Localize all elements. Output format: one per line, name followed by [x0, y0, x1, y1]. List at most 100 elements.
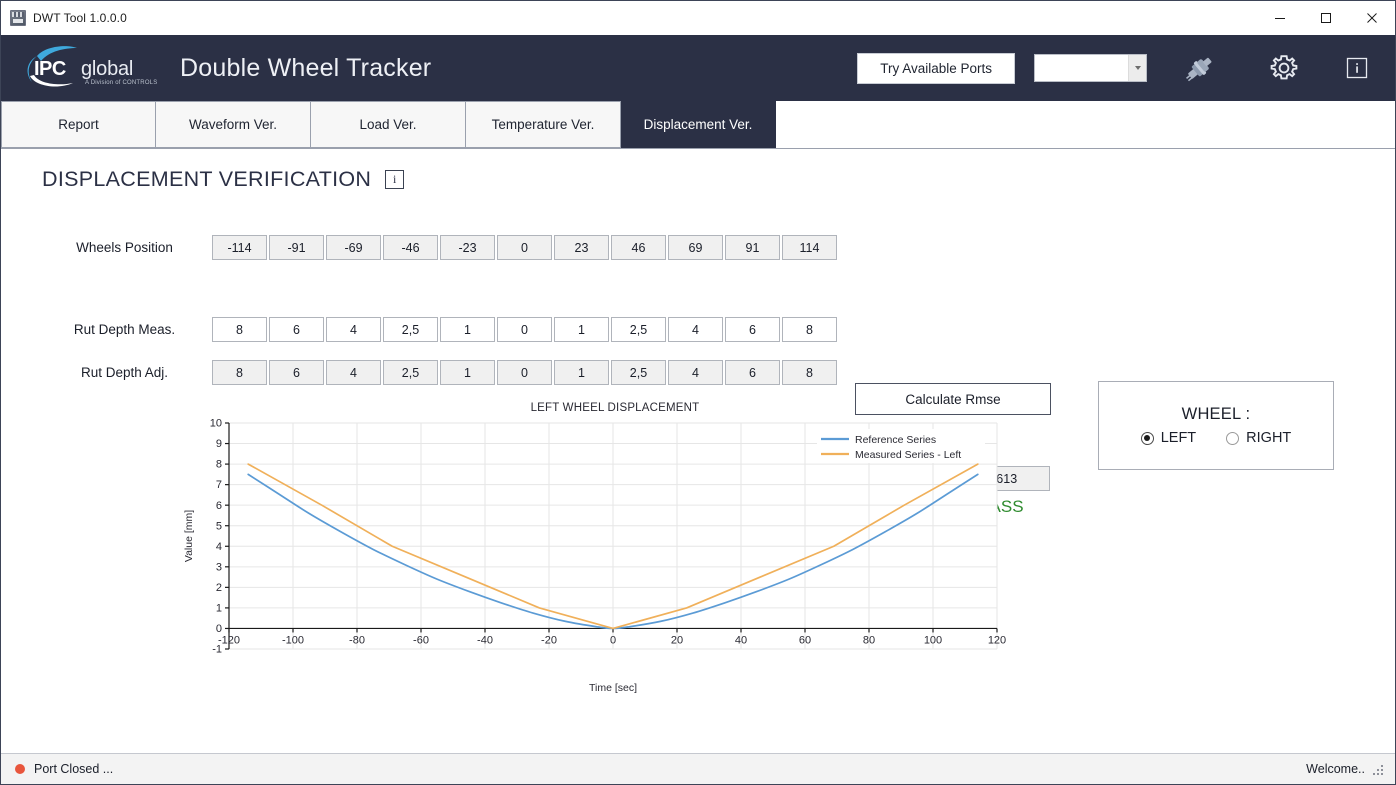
rut-depth-meas-input[interactable]: 1	[440, 317, 495, 342]
rut-depth-meas-input[interactable]: 8	[782, 317, 837, 342]
rut-depth-adj-cell[interactable]: 2,5	[383, 360, 438, 385]
rut-depth-meas-input[interactable]: 2,5	[611, 317, 666, 342]
status-welcome-text: Welcome..	[1306, 762, 1365, 776]
svg-text:7: 7	[216, 479, 222, 491]
svg-text:60: 60	[799, 634, 811, 646]
svg-text:-100: -100	[282, 634, 304, 646]
svg-text:8: 8	[216, 459, 222, 471]
tab-report[interactable]: Report	[1, 101, 156, 148]
rut-depth-meas-input[interactable]: 6	[269, 317, 324, 342]
wheel-selector-title: WHEEL :	[1182, 405, 1251, 424]
radio-selected-icon[interactable]	[1141, 432, 1154, 445]
svg-text:-60: -60	[413, 634, 429, 646]
svg-text:Measured Series - Left: Measured Series - Left	[855, 449, 961, 461]
wheels-position-cell[interactable]: 23	[554, 235, 609, 260]
svg-text:80: 80	[863, 634, 875, 646]
chevron-down-icon[interactable]	[1128, 55, 1146, 81]
rut-depth-meas-input[interactable]: 1	[554, 317, 609, 342]
maximize-button[interactable]	[1303, 1, 1349, 34]
wheels-position-cell[interactable]: 91	[725, 235, 780, 260]
svg-text:-20: -20	[541, 634, 557, 646]
page-title-text: DISPLACEMENT VERIFICATION	[42, 167, 371, 192]
status-text: Port Closed ...	[34, 762, 113, 776]
radio-wheel-left[interactable]: LEFT	[1141, 430, 1196, 446]
rut-depth-adj-cell[interactable]: 8	[782, 360, 837, 385]
radio-wheel-left-label: LEFT	[1161, 430, 1196, 446]
rut-depth-adj-cell[interactable]: 1	[440, 360, 495, 385]
radio-unselected-icon[interactable]	[1226, 432, 1239, 445]
tab-load-ver[interactable]: Load Ver.	[311, 101, 466, 148]
port-select-value[interactable]	[1035, 55, 1128, 81]
svg-text:6: 6	[216, 500, 222, 512]
wheel-selector-options: LEFT RIGHT	[1141, 430, 1292, 446]
port-select[interactable]	[1034, 54, 1147, 82]
svg-text:9: 9	[216, 438, 222, 450]
rut-depth-adj-cell[interactable]: 0	[497, 360, 552, 385]
rut-depth-adj-cell[interactable]: 4	[326, 360, 381, 385]
svg-text:Value [mm]: Value [mm]	[183, 510, 195, 562]
title-bar-left: DWT Tool 1.0.0.0	[1, 10, 127, 26]
app-icon	[10, 10, 26, 26]
wheels-position-cells: -114 -91 -69 -46 -23 0 23 46 69 91 114	[212, 235, 837, 260]
wheels-position-cell[interactable]: -69	[326, 235, 381, 260]
wheels-position-cell[interactable]: 0	[497, 235, 552, 260]
wheels-position-cell[interactable]: 46	[611, 235, 666, 260]
radio-wheel-right[interactable]: RIGHT	[1226, 430, 1291, 446]
svg-text:global: global	[81, 58, 133, 80]
minimize-button[interactable]	[1257, 1, 1303, 34]
rut-depth-adj-cell[interactable]: 1	[554, 360, 609, 385]
gear-icon[interactable]	[1269, 53, 1299, 83]
plug-icon[interactable]	[1183, 53, 1217, 83]
rut-depth-adj-cell[interactable]: 8	[212, 360, 267, 385]
rut-depth-meas-input[interactable]: 6	[725, 317, 780, 342]
title-bar: DWT Tool 1.0.0.0	[1, 1, 1395, 35]
tab-displacement-ver[interactable]: Displacement Ver.	[621, 101, 776, 148]
wheel-selector-panel: WHEEL : LEFT RIGHT	[1098, 381, 1334, 470]
svg-text:10: 10	[210, 418, 222, 430]
rut-depth-adj-cell[interactable]: 6	[725, 360, 780, 385]
info-icon[interactable]	[1345, 56, 1369, 80]
wheels-position-row: Wheels Position -114 -91 -69 -46 -23 0 2…	[42, 235, 837, 260]
rut-depth-adj-cell[interactable]: 2,5	[611, 360, 666, 385]
app-header: IPC global A Division of CONTROLS Double…	[1, 35, 1395, 101]
svg-text:-120: -120	[218, 634, 240, 646]
app-header-title: Double Wheel Tracker	[180, 54, 431, 83]
svg-text:0: 0	[216, 623, 222, 635]
ipc-global-logo: IPC global A Division of CONTROLS	[15, 42, 163, 94]
tab-bar: Report Waveform Ver. Load Ver. Temperatu…	[1, 101, 1395, 149]
rut-depth-meas-input[interactable]: 0	[497, 317, 552, 342]
svg-text:-80: -80	[349, 634, 365, 646]
window-title: DWT Tool 1.0.0.0	[33, 11, 127, 25]
rut-depth-meas-input[interactable]: 4	[668, 317, 723, 342]
rut-depth-adj-cell[interactable]: 6	[269, 360, 324, 385]
svg-text:5: 5	[216, 520, 222, 532]
try-available-ports-button[interactable]: Try Available Ports	[857, 53, 1015, 84]
wheels-position-cell[interactable]: -23	[440, 235, 495, 260]
chart-canvas: -1012345678910-120-100-80-60-40-20020406…	[179, 417, 1009, 697]
wheels-position-cell[interactable]: -91	[269, 235, 324, 260]
page-info-icon[interactable]: i	[385, 170, 404, 189]
resize-grip-icon[interactable]	[1373, 763, 1385, 775]
rut-depth-meas-input[interactable]: 4	[326, 317, 381, 342]
window-controls	[1257, 1, 1395, 34]
tab-temperature-ver[interactable]: Temperature Ver.	[466, 101, 621, 148]
rut-depth-adj-cell[interactable]: 4	[668, 360, 723, 385]
svg-text:IPC: IPC	[34, 58, 66, 80]
svg-text:100: 100	[924, 634, 942, 646]
rut-depth-meas-input[interactable]: 8	[212, 317, 267, 342]
svg-text:0: 0	[610, 634, 616, 646]
svg-text:Time [sec]: Time [sec]	[589, 682, 637, 694]
tab-waveform-ver[interactable]: Waveform Ver.	[156, 101, 311, 148]
wheels-position-cell[interactable]: -114	[212, 235, 267, 260]
wheels-position-label: Wheels Position	[42, 240, 207, 255]
svg-text:A Division of CONTROLS: A Division of CONTROLS	[85, 80, 157, 86]
wheels-position-cell[interactable]: 69	[668, 235, 723, 260]
wheels-position-cell[interactable]: -46	[383, 235, 438, 260]
wheels-position-cell[interactable]: 114	[782, 235, 837, 260]
svg-text:40: 40	[735, 634, 747, 646]
svg-text:20: 20	[671, 634, 683, 646]
rut-depth-meas-input[interactable]: 2,5	[383, 317, 438, 342]
displacement-chart: LEFT WHEEL DISPLACEMENT -1012345678910-1…	[179, 402, 1009, 702]
svg-text:1: 1	[216, 603, 222, 615]
close-button[interactable]	[1349, 1, 1395, 34]
